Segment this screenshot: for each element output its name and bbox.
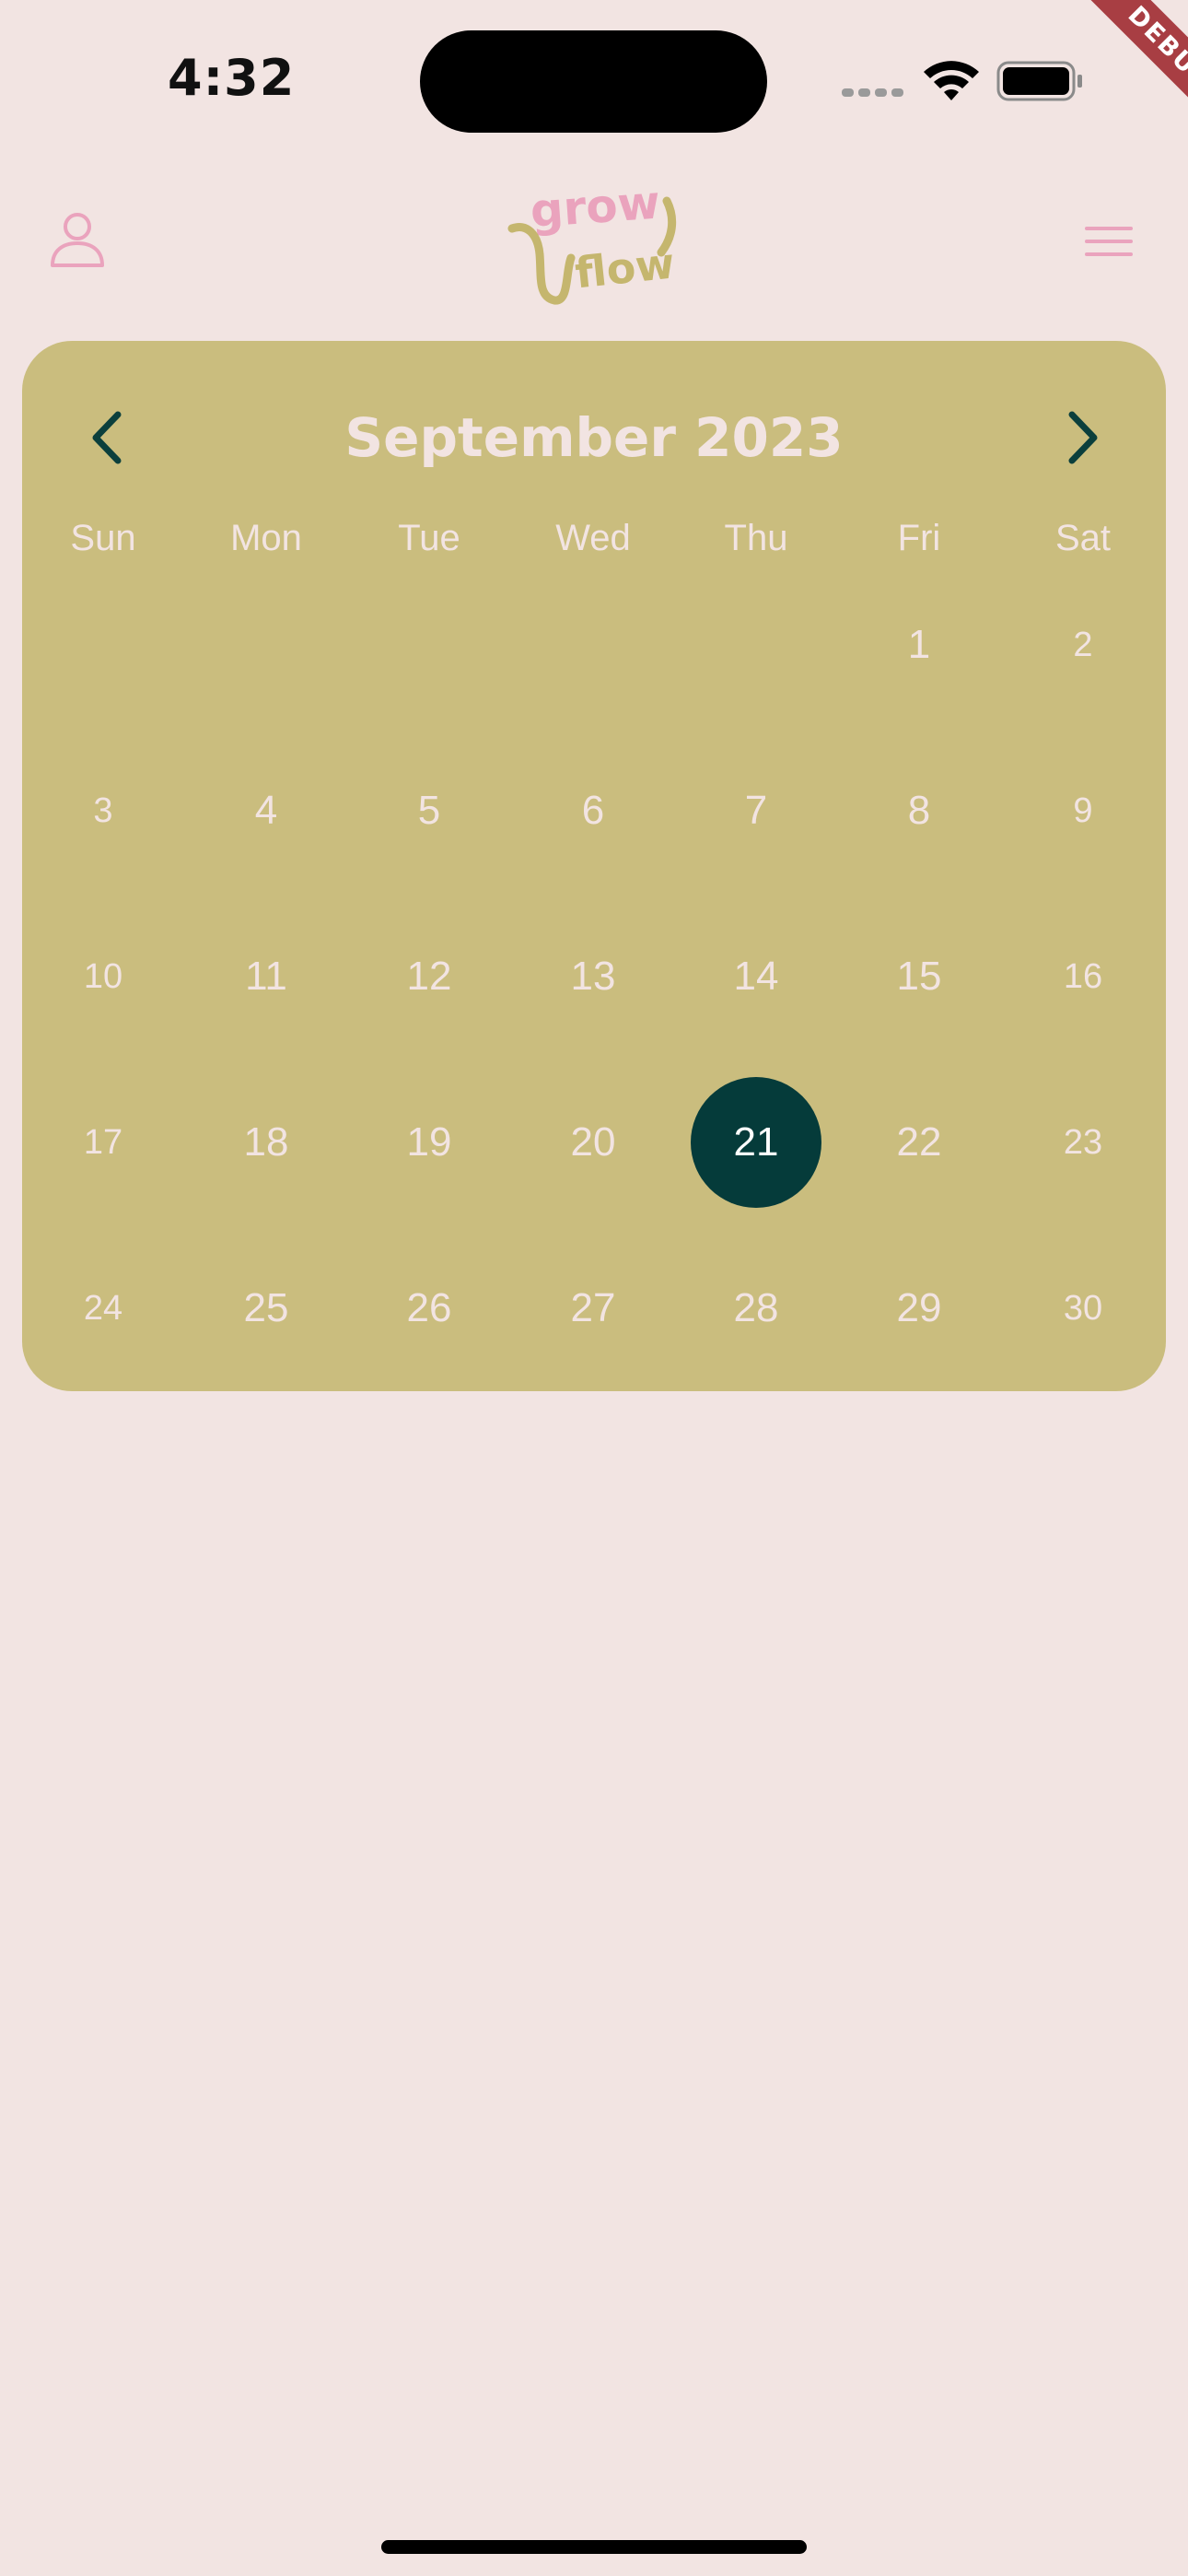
day-cell[interactable]: 9 [1002,728,1165,894]
day-number: 21 [733,1119,779,1165]
weekday-label: Sat [1054,518,1112,558]
day-cell[interactable]: 12 [348,894,511,1060]
day-number: 28 [733,1285,779,1330]
logo-text-grow: grow [529,176,662,239]
day-number: 5 [417,788,441,833]
day-cell[interactable]: 28 [675,1225,838,1391]
debug-banner-label: DEBUG [1076,0,1188,143]
day-cell[interactable]: 4 [185,728,348,894]
weekday-label: Sun [70,518,136,558]
day-number: 4 [254,788,278,833]
day-cell[interactable]: 22 [838,1060,1001,1225]
day-number: 26 [406,1285,452,1330]
wifi-icon [924,61,979,100]
day-number: 6 [581,788,605,833]
day-number: 29 [896,1285,942,1330]
day-cell[interactable]: 24 [22,1225,185,1391]
day-cell[interactable]: 19 [348,1060,511,1225]
day-number: 16 [1063,957,1103,996]
day-number: 22 [896,1119,942,1165]
day-number: 2 [1073,626,1093,664]
day-cell[interactable]: 29 [838,1225,1001,1391]
weekday-label: Mon [230,518,302,558]
day-number: 18 [243,1119,289,1165]
day-number: 27 [570,1285,616,1330]
debug-banner: DEBUG [1022,0,1188,166]
day-cell[interactable]: 14 [675,894,838,1060]
day-number: 30 [1063,1289,1103,1328]
day-cell[interactable]: 10 [22,894,185,1060]
day-number: 11 [245,954,287,999]
status-time: 4:32 [168,49,296,107]
day-cell[interactable]: 7 [675,728,838,894]
day-number: 13 [570,954,616,999]
day-number: 12 [406,954,452,999]
calendar-card: September 2023 Sun Mon Tue Wed Thu Fri Sat 123… [22,341,1166,1391]
day-number: 8 [907,788,931,833]
day-number: 9 [1073,791,1093,830]
person-icon[interactable] [50,210,105,269]
dynamic-island [420,30,767,133]
day-cell[interactable]: 13 [512,894,675,1060]
day-number: 17 [83,1123,123,1162]
day-number: 10 [83,957,123,996]
day-number: 20 [570,1119,616,1165]
weekday-header: Sun Mon Tue Wed Thu Fri Sat [22,510,1166,566]
weekday-label: Fri [897,518,941,558]
day-cell[interactable]: 16 [1002,894,1165,1060]
logo-text-flow: flow [573,238,677,298]
day-number: 7 [744,788,768,833]
day-number: 14 [733,954,779,999]
weekday-label: Thu [724,518,788,558]
month-title: September 2023 [344,406,844,469]
app-logo: grow flow [507,176,677,305]
days-grid: 1 2 3 4 5 6 7 8 9 10 11 12 13 14 15 16 17 18 19 20 21 22 23 24 2… [22,562,1166,1391]
day-cell[interactable]: 8 [838,728,1001,894]
day-cell[interactable]: 18 [185,1060,348,1225]
day-cell[interactable]: 27 [512,1225,675,1391]
day-cell[interactable]: 15 [838,894,1001,1060]
day-number: 25 [243,1285,289,1330]
day-number: 15 [896,954,942,999]
day-cell[interactable]: 30 [1002,1225,1165,1391]
weekday-label: Wed [555,518,631,558]
cellular-signal-icon [842,88,903,97]
day-number: 19 [406,1119,452,1165]
day-cell[interactable]: 20 [512,1060,675,1225]
day-cell[interactable]: 3 [22,728,185,894]
hamburger-menu-icon[interactable] [1083,225,1135,258]
day-cell[interactable]: 11 [185,894,348,1060]
day-number: 1 [907,622,931,667]
day-cell[interactable]: 26 [348,1225,511,1391]
day-cell[interactable]: 5 [348,728,511,894]
weekday-label: Tue [398,518,460,558]
day-cell[interactable]: 2 [1002,562,1165,728]
day-cell[interactable]: 6 [512,728,675,894]
day-number: 24 [83,1289,123,1328]
day-cell[interactable]: 1 [838,562,1001,728]
chevron-right-icon[interactable] [1050,396,1114,479]
day-cell[interactable]: 25 [185,1225,348,1391]
day-number: 3 [93,791,113,830]
selected-day-cell[interactable]: 21 [675,1060,838,1225]
day-number: 23 [1063,1123,1103,1162]
day-cell[interactable]: 23 [1002,1060,1165,1225]
day-cell[interactable]: 17 [22,1060,185,1225]
home-indicator[interactable] [381,2540,807,2554]
